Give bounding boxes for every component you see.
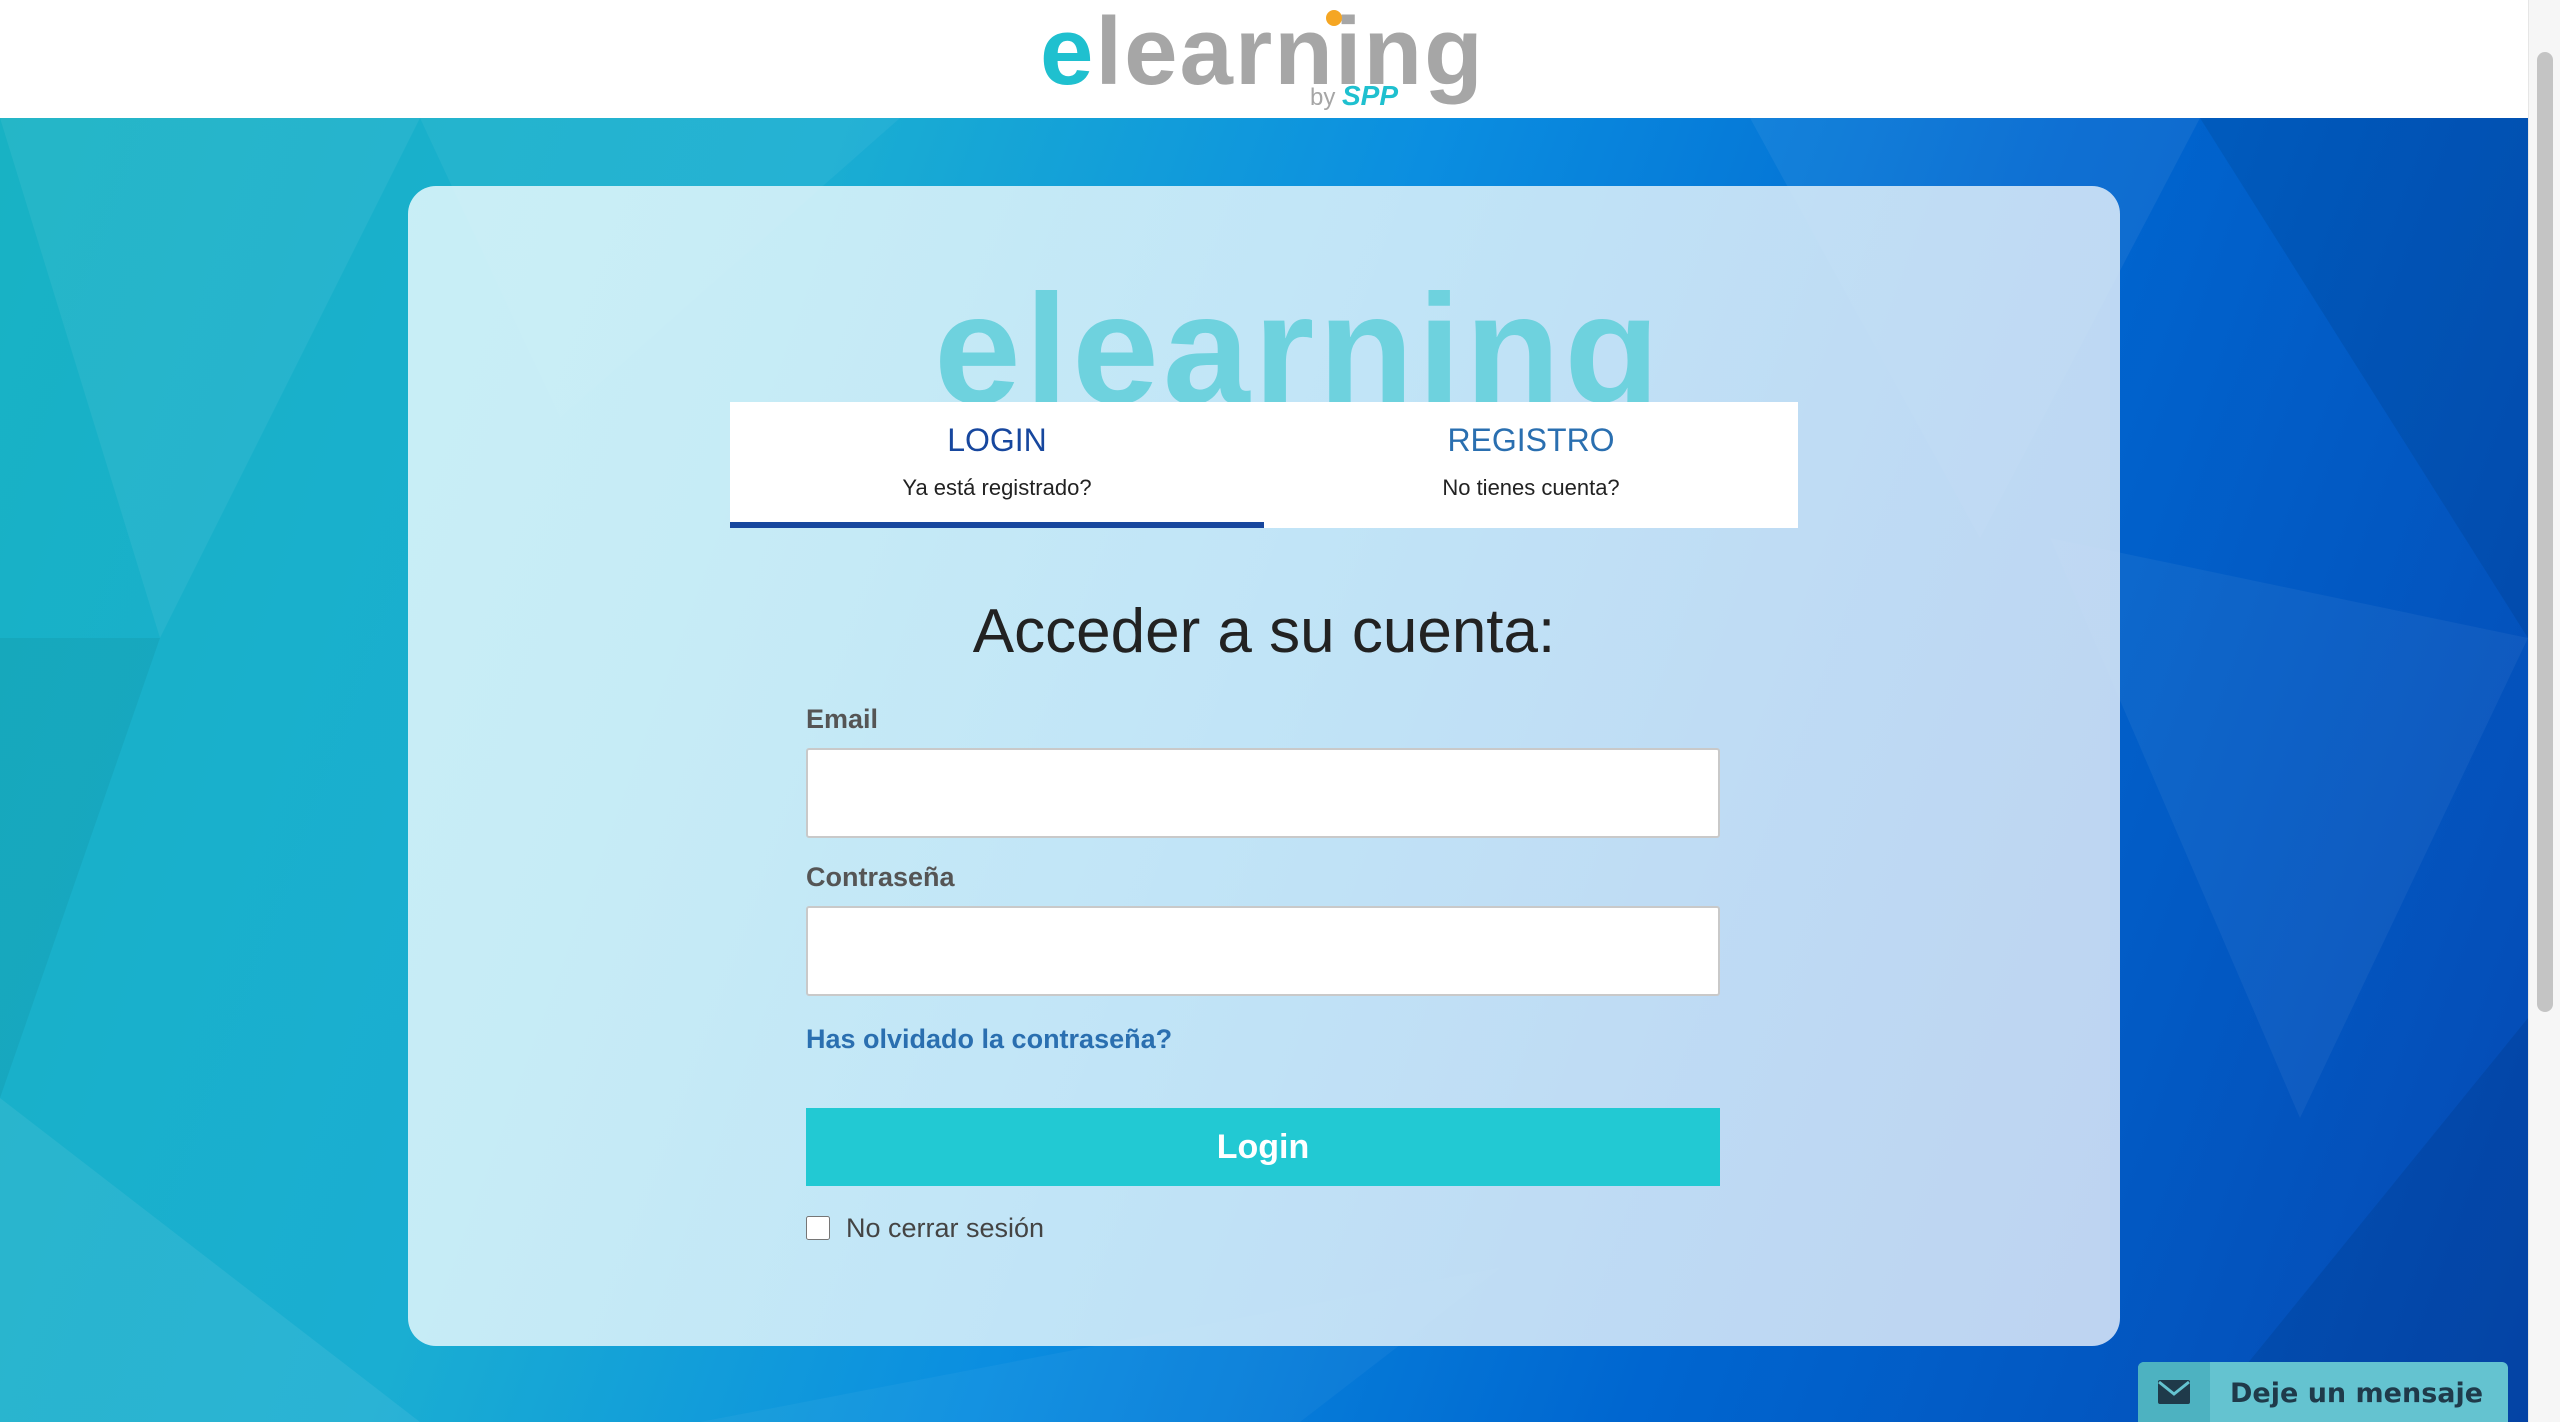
logo-spp: SPP [1342, 80, 1399, 111]
form-title: Acceder a su cuenta: [972, 597, 1556, 666]
tab-login-title: LOGIN [947, 422, 1047, 458]
tab-registro[interactable]: REGISTRO No tienes cuenta? [1264, 402, 1798, 528]
logo-e: e [1040, 0, 1096, 105]
remember-me: No cerrar sesión [806, 1212, 1044, 1244]
email-field[interactable] [806, 748, 1720, 838]
forgot-password-link[interactable]: Has olvidado la contraseña? [806, 1024, 1172, 1055]
logo-dot-icon [1326, 10, 1342, 26]
tab-login[interactable]: LOGIN Ya está registrado? [730, 402, 1264, 528]
tab-registro-subtitle: No tienes cuenta? [1442, 475, 1620, 500]
auth-tabs: LOGIN Ya está registrado? REGISTRO No ti… [730, 402, 1798, 528]
scrollbar-thumb[interactable] [2537, 52, 2553, 1012]
tab-login-subtitle: Ya está registrado? [902, 475, 1092, 500]
login-button[interactable]: Login [806, 1108, 1720, 1186]
email-label: Email [806, 704, 879, 734]
elearning-logo[interactable]: elearning by SPP [1040, 4, 1483, 112]
remember-label[interactable]: No cerrar sesión [846, 1213, 1044, 1244]
password-field[interactable] [806, 906, 1720, 996]
tab-registro-title: REGISTRO [1447, 422, 1615, 458]
password-label: Contraseña [806, 862, 955, 892]
page-scrollbar[interactable] [2528, 0, 2560, 1422]
chat-widget[interactable]: Deje un mensaje [2138, 1362, 2508, 1422]
remember-checkbox[interactable] [806, 1216, 830, 1240]
site-header: elearning by SPP [0, 0, 2528, 118]
logo-learning: learning [1095, 0, 1485, 105]
chat-label: Deje un mensaje [2230, 1378, 2484, 1409]
logo-by: by [1310, 84, 1336, 111]
envelope-icon [2138, 1362, 2210, 1422]
login-card: elearning LOGIN Ya está registrado? REGI… [408, 186, 2120, 1346]
logo-wordmark: elearning [1040, 4, 1485, 100]
